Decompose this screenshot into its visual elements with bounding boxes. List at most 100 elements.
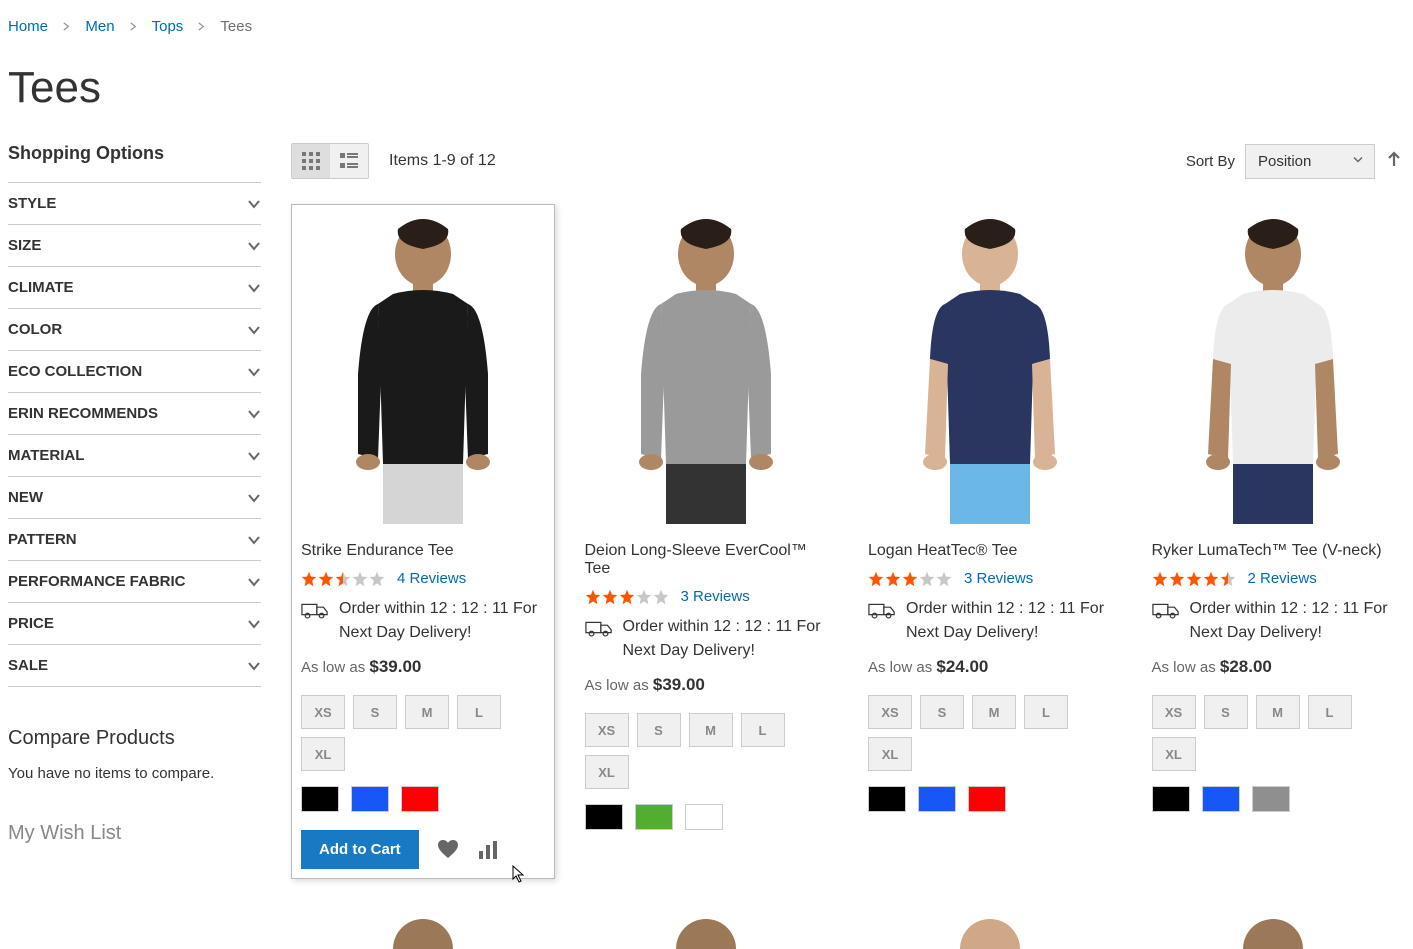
breadcrumb-link-tops[interactable]: Tops xyxy=(152,18,184,35)
color-swatch-green[interactable] xyxy=(635,804,673,830)
size-option-l[interactable]: L xyxy=(1308,695,1352,729)
color-swatch-red[interactable] xyxy=(401,786,439,812)
chevron-down-icon xyxy=(247,575,261,589)
wishlist-title: My Wish List xyxy=(8,822,261,845)
filter-label: MATERIAL xyxy=(8,447,84,464)
product-name[interactable]: Ryker LumaTech™ Tee (V-neck) xyxy=(1152,542,1396,560)
sidebar: Shopping Options STYLE SIZE CLIMATE COLO… xyxy=(8,143,261,949)
star-icon xyxy=(1203,571,1219,587)
product-price: $39.00 xyxy=(369,657,421,676)
sort-direction-button[interactable] xyxy=(1385,151,1405,171)
chevron-down-icon xyxy=(247,617,261,631)
size-option-m[interactable]: M xyxy=(405,695,449,729)
filter-price[interactable]: PRICE xyxy=(8,603,261,645)
wishlist-icon[interactable] xyxy=(437,839,459,861)
toolbar: Items 1-9 of 12 Sort By Position xyxy=(291,143,1405,179)
breadcrumb-current: Tees xyxy=(220,18,252,35)
product-card[interactable]: Deion Long-Sleeve EverCool™ Tee 3 Review… xyxy=(575,204,839,879)
reviews-link[interactable]: 3 Reviews xyxy=(681,588,750,605)
size-option-xs[interactable]: XS xyxy=(585,713,629,747)
product-card[interactable]: Ryker LumaTech™ Tee (V-neck) 2 Reviews O… xyxy=(1142,204,1406,879)
color-swatch-black[interactable] xyxy=(301,786,339,812)
chevron-down-icon xyxy=(247,323,261,337)
filter-label: NEW xyxy=(8,489,43,506)
size-option-s[interactable]: S xyxy=(637,713,681,747)
size-option-l[interactable]: L xyxy=(741,713,785,747)
product-name[interactable]: Logan HeatTec® Tee xyxy=(868,542,1112,560)
truck-icon xyxy=(868,600,896,620)
view-mode-list[interactable] xyxy=(330,144,368,178)
product-image[interactable] xyxy=(301,214,545,524)
color-swatch-blue[interactable] xyxy=(1202,786,1240,812)
product-name[interactable]: Strike Endurance Tee xyxy=(301,542,545,560)
reviews-link[interactable]: 2 Reviews xyxy=(1248,570,1317,587)
delivery-text: Order within 12 : 12 : 11 For Next Day D… xyxy=(623,615,829,663)
filter-label: SALE xyxy=(8,657,48,674)
size-option-l[interactable]: L xyxy=(1024,695,1068,729)
size-option-m[interactable]: M xyxy=(972,695,1016,729)
filter-style[interactable]: STYLE xyxy=(8,183,261,225)
breadcrumb-link-home[interactable]: Home xyxy=(8,18,48,35)
product-name[interactable]: Deion Long-Sleeve EverCool™ Tee xyxy=(585,542,829,578)
size-option-xs[interactable]: XS xyxy=(868,695,912,729)
color-swatch-blue[interactable] xyxy=(918,786,956,812)
color-swatch-white[interactable] xyxy=(685,804,723,830)
add-to-cart-button[interactable]: Add to Cart xyxy=(301,830,419,869)
delivery-text: Order within 12 : 12 : 11 For Next Day D… xyxy=(906,597,1112,645)
filter-eco-collection[interactable]: ECO COLLECTION xyxy=(8,351,261,393)
filter-material[interactable]: MATERIAL xyxy=(8,435,261,477)
size-option-xl[interactable]: XL xyxy=(868,737,912,771)
size-option-s[interactable]: S xyxy=(1204,695,1248,729)
price-label: As low as xyxy=(868,659,932,676)
page-title: Tees xyxy=(8,63,1405,113)
product-image[interactable] xyxy=(585,214,829,524)
compare-products-title: Compare Products xyxy=(8,727,261,750)
size-option-m[interactable]: M xyxy=(689,713,733,747)
size-option-l[interactable]: L xyxy=(457,695,501,729)
truck-icon xyxy=(1152,600,1180,620)
filter-erin-recommends[interactable]: ERIN RECOMMENDS xyxy=(8,393,261,435)
reviews-link[interactable]: 3 Reviews xyxy=(964,570,1033,587)
compare-icon[interactable] xyxy=(477,839,499,861)
product-card[interactable]: Strike Endurance Tee 4 Reviews Order wit… xyxy=(291,204,555,879)
filter-performance-fabric[interactable]: PERFORMANCE FABRIC xyxy=(8,561,261,603)
item-count: Items 1-9 of 12 xyxy=(389,152,496,170)
size-option-xs[interactable]: XS xyxy=(1152,695,1196,729)
sort-by-select[interactable]: Position xyxy=(1245,144,1375,179)
star-icon xyxy=(1186,571,1202,587)
filter-new[interactable]: NEW xyxy=(8,477,261,519)
product-card[interactable]: Logan HeatTec® Tee 3 Reviews Order withi… xyxy=(858,204,1122,879)
chevron-down-icon xyxy=(247,281,261,295)
view-mode-grid[interactable] xyxy=(292,144,330,178)
star-icon xyxy=(318,571,334,587)
filter-climate[interactable]: CLIMATE xyxy=(8,267,261,309)
filter-size[interactable]: SIZE xyxy=(8,225,261,267)
compare-empty-text: You have no items to compare. xyxy=(8,765,261,782)
reviews-link[interactable]: 4 Reviews xyxy=(397,570,466,587)
size-option-xl[interactable]: XL xyxy=(585,755,629,789)
color-swatch-black[interactable] xyxy=(1152,786,1190,812)
chevron-down-icon xyxy=(247,197,261,211)
filter-sale[interactable]: SALE xyxy=(8,645,261,687)
size-option-s[interactable]: S xyxy=(920,695,964,729)
color-swatch-black[interactable] xyxy=(585,804,623,830)
product-image[interactable] xyxy=(1152,214,1396,524)
size-option-xl[interactable]: XL xyxy=(301,737,345,771)
star-icon xyxy=(369,571,385,587)
size-option-m[interactable]: M xyxy=(1256,695,1300,729)
color-swatch-red[interactable] xyxy=(968,786,1006,812)
breadcrumb-link-men[interactable]: Men xyxy=(85,18,114,35)
size-option-xs[interactable]: XS xyxy=(301,695,345,729)
filter-color[interactable]: COLOR xyxy=(8,309,261,351)
price-label: As low as xyxy=(585,677,649,694)
size-option-xl[interactable]: XL xyxy=(1152,737,1196,771)
color-swatch-black[interactable] xyxy=(868,786,906,812)
color-swatch-gray[interactable] xyxy=(1252,786,1290,812)
color-swatch-blue[interactable] xyxy=(351,786,389,812)
product-image[interactable] xyxy=(868,214,1112,524)
chevron-down-icon xyxy=(247,491,261,505)
filter-label: PATTERN xyxy=(8,531,77,548)
rating-stars xyxy=(585,589,669,605)
filter-pattern[interactable]: PATTERN xyxy=(8,519,261,561)
size-option-s[interactable]: S xyxy=(353,695,397,729)
